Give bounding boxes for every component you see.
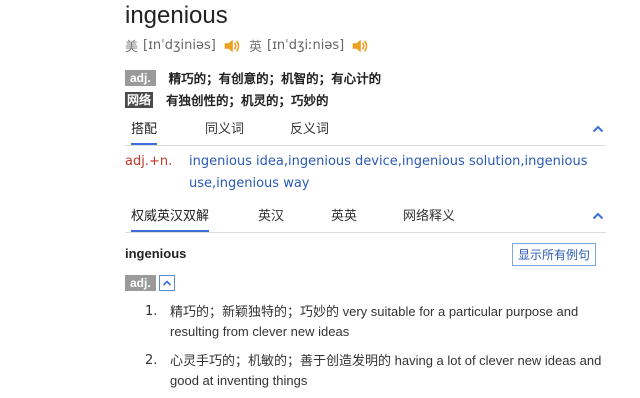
collocation-tabs: 搭配 同义词 反义词 bbox=[125, 119, 606, 146]
sense-number: 2. bbox=[145, 353, 158, 368]
tab-english-chinese[interactable]: 英汉 bbox=[258, 206, 284, 232]
show-all-examples-button[interactable]: 显示所有例句 bbox=[512, 243, 597, 266]
ipa-text: [ɪnˈdʒiniəs] bbox=[143, 38, 216, 53]
collocation-content: adj.+n. ingenious idea,ingenious device,… bbox=[125, 151, 605, 195]
definition-text: 有独创性的；机灵的；巧妙的 bbox=[166, 93, 329, 108]
region-label: 英 bbox=[249, 40, 263, 55]
pronunciation-uk: 英 [ɪnˈdʒiːniəs] bbox=[249, 36, 368, 55]
tab-antonyms[interactable]: 反义词 bbox=[290, 119, 329, 145]
speaker-icon[interactable] bbox=[222, 37, 240, 55]
web-badge: 网络 bbox=[125, 91, 154, 108]
chevron-up-icon[interactable] bbox=[592, 210, 604, 222]
tab-english-english[interactable]: 英英 bbox=[331, 206, 357, 232]
chevron-up-icon[interactable] bbox=[592, 123, 604, 135]
chevron-up-icon bbox=[162, 280, 171, 286]
ipa-text: [ɪnˈdʒiːniəs] bbox=[267, 38, 345, 53]
tab-collocation[interactable]: 搭配 bbox=[131, 119, 158, 145]
entry-pos-row: adj. bbox=[125, 275, 175, 291]
sense-number: 1. bbox=[145, 304, 158, 319]
definition-text: 精巧的；有创意的；机智的；有心计的 bbox=[168, 71, 382, 86]
definition-row: 网络 有独创性的；机灵的；巧妙的 bbox=[125, 90, 329, 109]
collocation-pos: adj.+n. bbox=[125, 154, 173, 169]
pronunciation-us: 美 [ɪnˈdʒiniəs] bbox=[125, 36, 240, 55]
region-label: 美 bbox=[125, 40, 139, 55]
headword: ingenious bbox=[125, 2, 228, 29]
collapse-button[interactable] bbox=[158, 275, 175, 291]
entry-headword: ingenious bbox=[125, 246, 187, 261]
sense-text: 心灵手巧的；机敏的；善于创造发明的 having a lot of clever… bbox=[170, 353, 602, 388]
sense-text: 精巧的；新颖独特的；巧妙的 very suitable for a partic… bbox=[170, 304, 579, 339]
dictionary-tabs: 权威英汉双解 英汉 英英 网络释义 bbox=[125, 206, 606, 233]
tab-synonyms[interactable]: 同义词 bbox=[205, 119, 244, 145]
pos-badge: adj. bbox=[125, 69, 156, 86]
definition-row: adj. 精巧的；有创意的；机智的；有心计的 bbox=[125, 68, 381, 87]
pos-badge: adj. bbox=[125, 275, 156, 291]
tab-web-definitions[interactable]: 网络释义 bbox=[403, 206, 455, 232]
sense-item: 2. 心灵手巧的；机敏的；善于创造发明的 having a lot of cle… bbox=[145, 351, 605, 391]
sense-item: 1. 精巧的；新颖独特的；巧妙的 very suitable for a par… bbox=[145, 302, 605, 342]
speaker-icon[interactable] bbox=[350, 37, 368, 55]
collocation-list[interactable]: ingenious idea,ingenious device,ingeniou… bbox=[189, 151, 605, 195]
tab-authoritative-bilingual[interactable]: 权威英汉双解 bbox=[131, 206, 210, 232]
